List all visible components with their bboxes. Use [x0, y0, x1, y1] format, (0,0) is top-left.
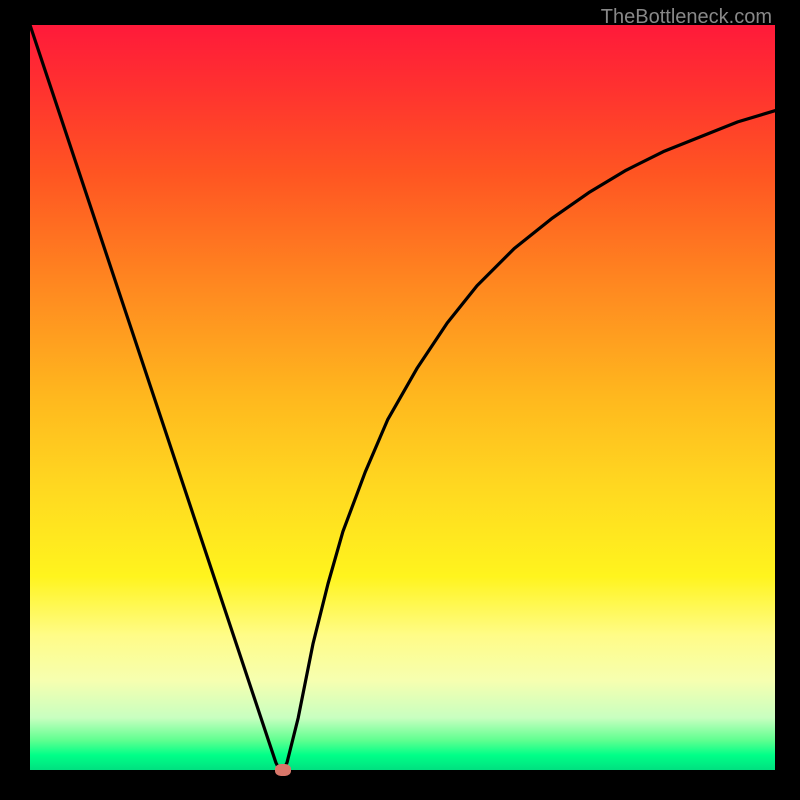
- optimal-point-marker: [275, 764, 291, 776]
- bottleneck-curve: [30, 25, 775, 770]
- watermark-text: TheBottleneck.com: [601, 6, 772, 29]
- plot-area: [30, 25, 775, 770]
- chart-container: TheBottleneck.com: [0, 0, 800, 800]
